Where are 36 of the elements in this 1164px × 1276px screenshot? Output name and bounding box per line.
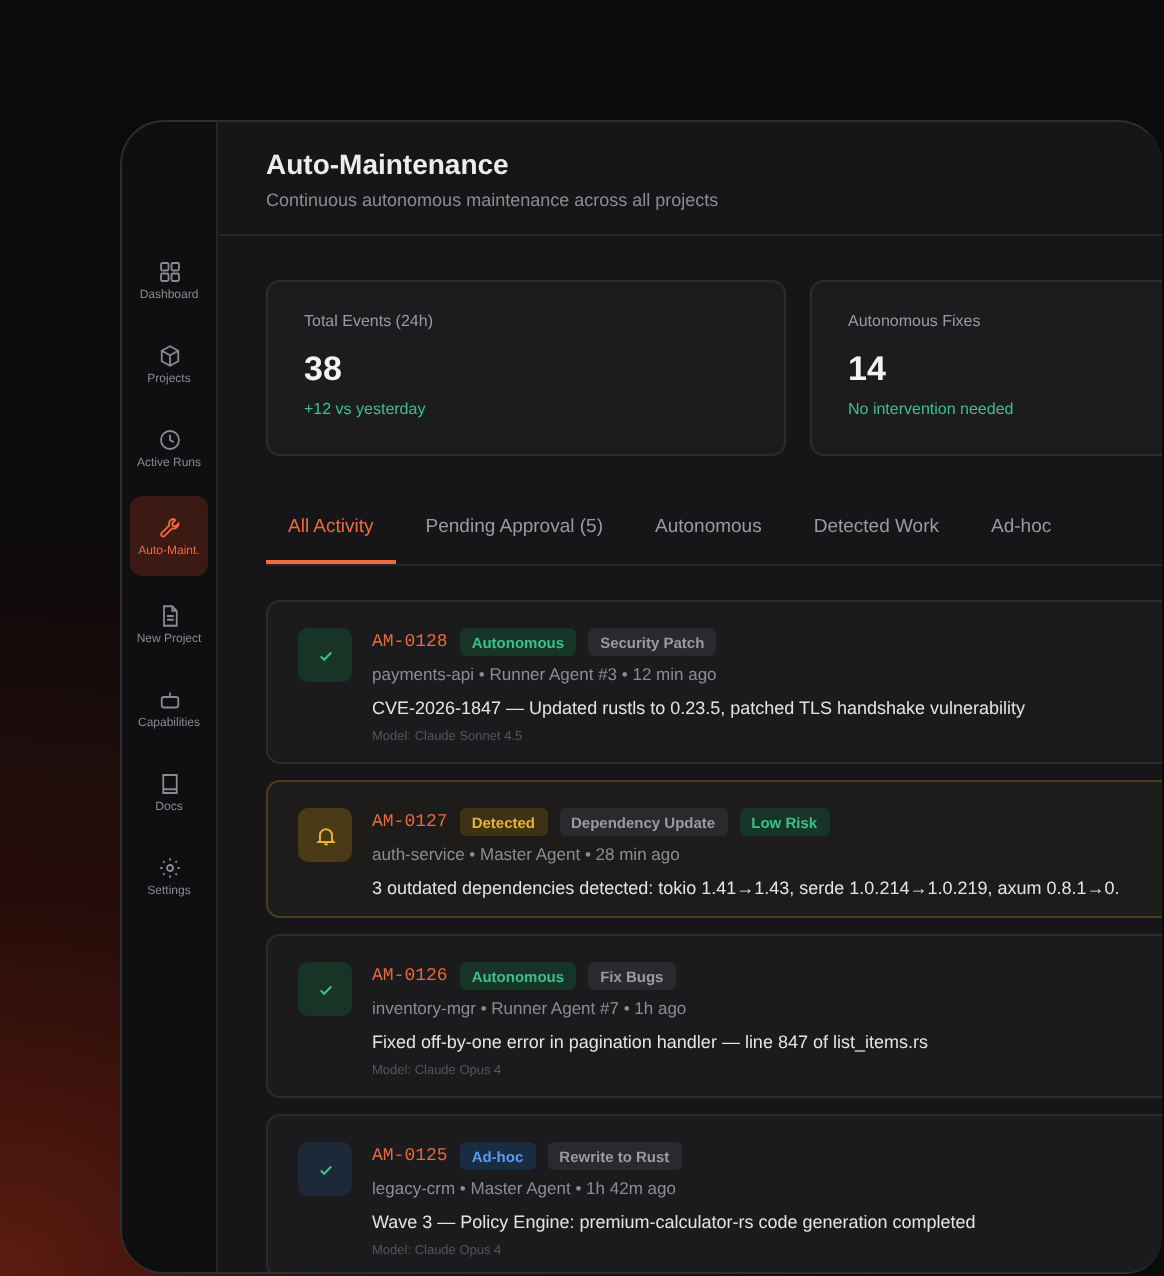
gear-icon xyxy=(157,855,181,879)
event-meta: payments-api • Runner Agent #3 • 12 min ago xyxy=(372,664,719,684)
check-icon xyxy=(298,1142,352,1196)
event-description: 3 outdated dependencies detected: tokio 1.41→1.43, serde 1.0.214→1.0.219, axum 0.8.1→0. xyxy=(372,878,1120,898)
event-description: Fixed off-by-one error in pagination handler — line 847 of list_items.rs xyxy=(372,1032,928,1052)
check-icon xyxy=(298,628,352,682)
event-description: Wave 3 — Policy Engine: premium-calculator-rs code generation completed xyxy=(372,1212,976,1232)
event-id: AM-0126 xyxy=(372,966,448,986)
filter-tab[interactable]: Pending Approval (5) xyxy=(403,504,625,564)
check-icon xyxy=(298,962,352,1016)
event-meta: inventory-mgr • Runner Agent #7 • 1h ago xyxy=(372,998,689,1018)
page-subtitle: Continuous autonomous maintenance across all projects xyxy=(266,190,721,210)
grid-icon xyxy=(157,259,181,283)
stat-label: Autonomous Fixes xyxy=(848,312,983,330)
stat-note: +12 vs yesterday xyxy=(304,400,428,418)
clock-icon xyxy=(157,427,181,451)
stat-value: 38 xyxy=(304,350,344,390)
filter-tab[interactable]: Ad-hoc xyxy=(969,504,1074,564)
book-icon xyxy=(157,771,181,795)
stat-label: Total Events (24h) xyxy=(304,312,435,330)
event-id: AM-0128 xyxy=(372,632,448,652)
stat-note: No intervention needed xyxy=(848,400,1016,418)
event-id: AM-0127 xyxy=(372,812,448,832)
filter-tab[interactable]: All Activity xyxy=(266,504,396,564)
cube-icon xyxy=(157,343,181,367)
event-meta: auth-service • Master Agent • 28 min ago xyxy=(372,844,682,864)
bell-icon xyxy=(298,808,352,862)
filter-tab[interactable]: Autonomous xyxy=(633,504,784,564)
stat-value: 14 xyxy=(848,350,888,390)
filter-tab[interactable]: Detected Work xyxy=(791,504,961,564)
event-description: CVE-2026-1847 — Updated rustls to 0.23.5, patched TLS handshake vulnerability xyxy=(372,698,1026,718)
event-id: AM-0125 xyxy=(372,1146,448,1166)
wrench-icon xyxy=(157,515,181,539)
page-title: Auto-Maintenance xyxy=(266,148,511,180)
event-meta: legacy-crm • Master Agent • 1h 42m ago xyxy=(372,1178,678,1198)
document-icon xyxy=(157,603,181,627)
